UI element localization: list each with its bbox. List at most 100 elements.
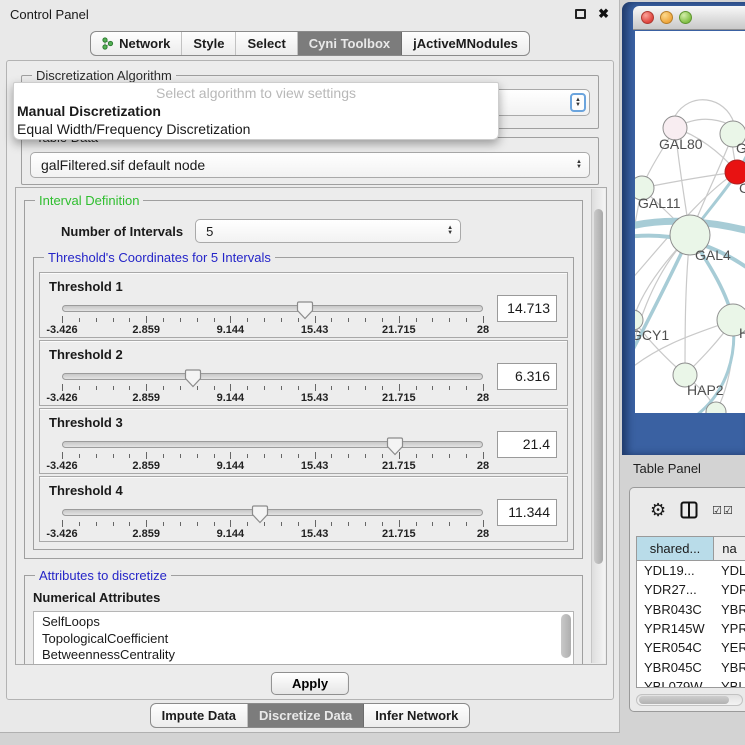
numerical-attributes-label: Numerical Attributes (33, 590, 574, 605)
node-label-gal80: GAL80 (659, 136, 703, 152)
network-canvas[interactable]: GAL80GALCGAL11GAL4GCY1HHAP2 (635, 31, 745, 413)
column-header-name[interactable]: na (714, 537, 745, 560)
popup-options: Manual DiscretizationEqual Width/Frequen… (14, 102, 498, 138)
table-row[interactable]: YBR045CYBR0 (637, 657, 745, 676)
threshold-panel-3: Threshold 3-3.4262.8599.14415.4321.71528… (39, 408, 568, 474)
slider-track[interactable] (62, 441, 483, 448)
node-label-c: C (739, 180, 745, 196)
number-of-intervals-combobox[interactable]: 5 ▲▼ (195, 219, 461, 243)
slider-handle[interactable] (297, 301, 314, 320)
bottom-tab-bar: Impute DataDiscretize DataInfer Network (0, 703, 620, 728)
attribute-item-selfloops[interactable]: SelfLoops (42, 614, 573, 631)
threshold-slider[interactable]: -3.4262.8599.14415.4321.71528 (62, 301, 483, 337)
threshold-value-field[interactable]: 6.316 (497, 363, 557, 390)
attribute-item-topologicalcoefficient[interactable]: TopologicalCoefficient (42, 631, 573, 648)
table-rows: YDL19...YDL1YDR27...YDR2YBR043CYBR0YPR14… (637, 561, 745, 688)
split-columns-icon[interactable] (680, 501, 698, 519)
popup-option-equal-width-frequency-discretization[interactable]: Equal Width/Frequency Discretization (14, 120, 498, 138)
number-of-intervals-value: 5 (206, 224, 213, 239)
slider-ticks (62, 383, 483, 391)
bottom-tab-segments: Impute DataDiscretize DataInfer Network (150, 703, 471, 728)
table-row[interactable]: YPR145WYPR1 (637, 619, 745, 638)
slider-track[interactable] (62, 305, 483, 312)
table-header-row: shared... na (637, 537, 745, 561)
numerical-attributes-list[interactable]: SelfLoopsTopologicalCoefficientBetweenne… (33, 611, 574, 664)
interval-definition-group: Interval Definition Number of Intervals … (24, 200, 583, 559)
node-label-hap2: HAP2 (687, 382, 724, 398)
table-horizontal-scrollbar[interactable] (636, 694, 743, 706)
panel-title: Control Panel (10, 7, 575, 22)
slider-handle[interactable] (386, 437, 403, 456)
popup-hint: Select algorithm to view settings (14, 83, 498, 102)
slider-ticks (62, 451, 483, 459)
list-scrollbar[interactable] (561, 614, 571, 658)
table-row[interactable]: YDL19...YDL1 (637, 561, 745, 580)
slider-track[interactable] (62, 373, 483, 380)
tab-infer-network[interactable]: Infer Network (364, 704, 469, 727)
settings-scroll-area: Interval Definition Number of Intervals … (15, 187, 607, 665)
network-edge[interactable] (685, 235, 690, 375)
table-row[interactable]: YER054CYER0 (637, 638, 745, 657)
minimize-button[interactable] (660, 11, 673, 24)
slider-ticks (62, 315, 483, 323)
threshold-slider[interactable]: -3.4262.8599.14415.4321.71528 (62, 505, 483, 541)
popup-option-manual-discretization[interactable]: Manual Discretization (14, 102, 498, 120)
table-row[interactable]: YBR043CYBR0 (637, 600, 745, 619)
combo-arrow-button[interactable]: ▲▼ (570, 93, 586, 112)
close-button[interactable] (641, 11, 654, 24)
threshold-slider[interactable]: -3.4262.8599.14415.4321.71528 (62, 369, 483, 405)
tab-impute-data[interactable]: Impute Data (151, 704, 248, 727)
slider-handle[interactable] (184, 369, 201, 388)
slider-handle[interactable] (251, 505, 268, 524)
network-icon (102, 37, 114, 50)
table-panel: ⚙ ☑☑ shared... na YDL19...YDL1YDR27...YD… (629, 487, 745, 712)
threshold-value-field[interactable]: 11.344 (497, 499, 557, 526)
scrollbar-thumb[interactable] (594, 209, 603, 564)
combo-arrows-icon: ▲▼ (576, 160, 582, 170)
slider-tick-labels: -3.4262.8599.14415.4321.71528 (62, 324, 483, 336)
node-table[interactable]: shared... na YDL19...YDL1YDR27...YDR2YBR… (636, 536, 745, 688)
threshold-sliders: Threshold 1-3.4262.8599.14415.4321.71528… (39, 272, 568, 542)
slider-track[interactable] (62, 509, 483, 516)
float-window-icon[interactable] (575, 9, 586, 19)
table-scrollbar-thumb[interactable] (639, 696, 729, 704)
close-icon[interactable]: ✖ (598, 6, 609, 22)
control-panel-titlebar: Control Panel ✖ (0, 0, 619, 28)
table-data-group: Table Data galFiltered.sif default node … (21, 137, 599, 185)
tab-network[interactable]: Network (91, 32, 182, 55)
zoom-button[interactable] (679, 11, 692, 24)
attributes-group-label: Attributes to discretize (35, 568, 171, 583)
slider-tick-labels: -3.4262.8599.14415.4321.71528 (62, 528, 483, 540)
threshold-value-field[interactable]: 14.713 (497, 295, 557, 322)
threshold-panel-2: Threshold 2 -3.4262.8599.14415.4321.71528… (39, 340, 568, 406)
column-header-shared-name[interactable]: shared... (637, 537, 714, 560)
threshold-value-field[interactable]: 21.4 (497, 431, 557, 458)
algorithm-popup: Select algorithm to view settings Manual… (13, 82, 499, 140)
threshold-coordinates-group: Threshold's Coordinates for 5 Intervals … (33, 257, 574, 550)
node-label-gal4: GAL4 (695, 247, 731, 263)
tab-style[interactable]: Style (182, 32, 236, 55)
table-panel-title: Table Panel (633, 461, 701, 476)
threshold-slider[interactable]: -3.4262.8599.14415.4321.71528 (62, 437, 483, 473)
tab-jactivemnodules[interactable]: jActiveMNodules (402, 32, 529, 55)
slider-ticks (62, 519, 483, 527)
threshold-label: Threshold 2 (49, 347, 123, 362)
control-panel-window: Control Panel ✖ NetworkStyleSelectCyni T… (0, 0, 620, 733)
gear-icon[interactable]: ⚙ (650, 500, 666, 521)
table-row[interactable]: YBL079WYBL0 (637, 677, 745, 688)
tab-select[interactable]: Select (236, 32, 297, 55)
tab-discretize-data[interactable]: Discretize Data (248, 704, 364, 727)
table-data-combobox[interactable]: galFiltered.sif default node ▲▼ (30, 152, 590, 178)
table-panel-toolbar: ⚙ ☑☑ (630, 488, 745, 532)
apply-button[interactable]: Apply (271, 672, 349, 695)
attributes-to-discretize-group: Attributes to discretize Numerical Attri… (24, 575, 583, 664)
combo-arrows-icon: ▲▼ (447, 226, 453, 236)
vertical-scrollbar[interactable] (591, 189, 605, 663)
network-edge[interactable] (642, 172, 737, 188)
tab-cyni-toolbox[interactable]: Cyni Toolbox (298, 32, 402, 55)
table-row[interactable]: YDR27...YDR2 (637, 580, 745, 599)
attribute-item-betweennesscentrality[interactable]: BetweennessCentrality (42, 647, 573, 664)
slider-tick-labels: -3.4262.8599.14415.4321.71528 (62, 460, 483, 472)
select-columns-icon[interactable]: ☑☑ (712, 504, 734, 517)
top-tab-segments: NetworkStyleSelectCyni ToolboxjActiveMNo… (90, 31, 530, 56)
